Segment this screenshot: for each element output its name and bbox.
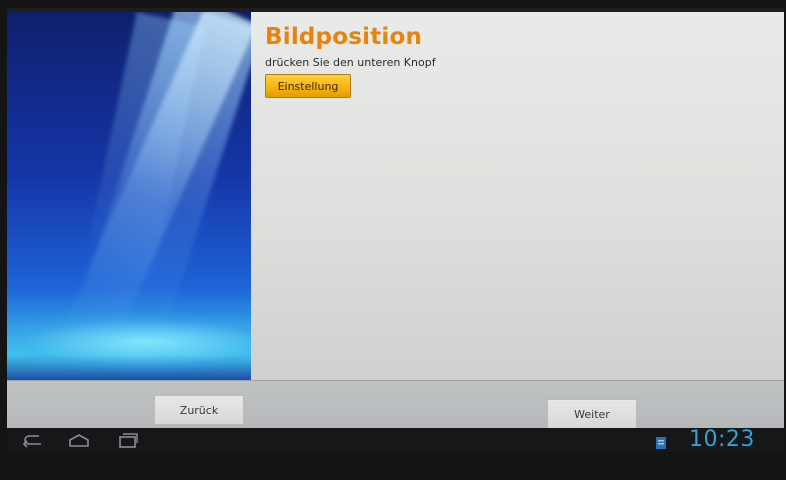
setup-content-panel: Bildposition drücken Sie den unteren Kno… — [251, 12, 784, 380]
wizard-button-bar: Zurück Weiter — [7, 380, 784, 429]
light-glow — [7, 312, 251, 372]
recent-apps-icon[interactable] — [115, 432, 139, 448]
back-button[interactable]: Zurück — [154, 395, 244, 425]
decorative-wallpaper-panel — [7, 12, 251, 380]
page-title: Bildposition — [265, 24, 423, 50]
status-clock: 10:23 — [689, 427, 755, 452]
back-icon[interactable] — [21, 432, 45, 448]
next-button[interactable]: Weiter — [547, 399, 637, 429]
home-icon[interactable] — [67, 432, 91, 448]
instruction-text: drücken Sie den unteren Knopf — [265, 56, 436, 69]
settings-button[interactable]: Einstellung — [265, 74, 351, 98]
tablet-screen: Bildposition drücken Sie den unteren Kno… — [7, 8, 784, 452]
system-navigation-bar: 10:23 — [7, 427, 784, 452]
notification-icon[interactable] — [656, 434, 666, 449]
